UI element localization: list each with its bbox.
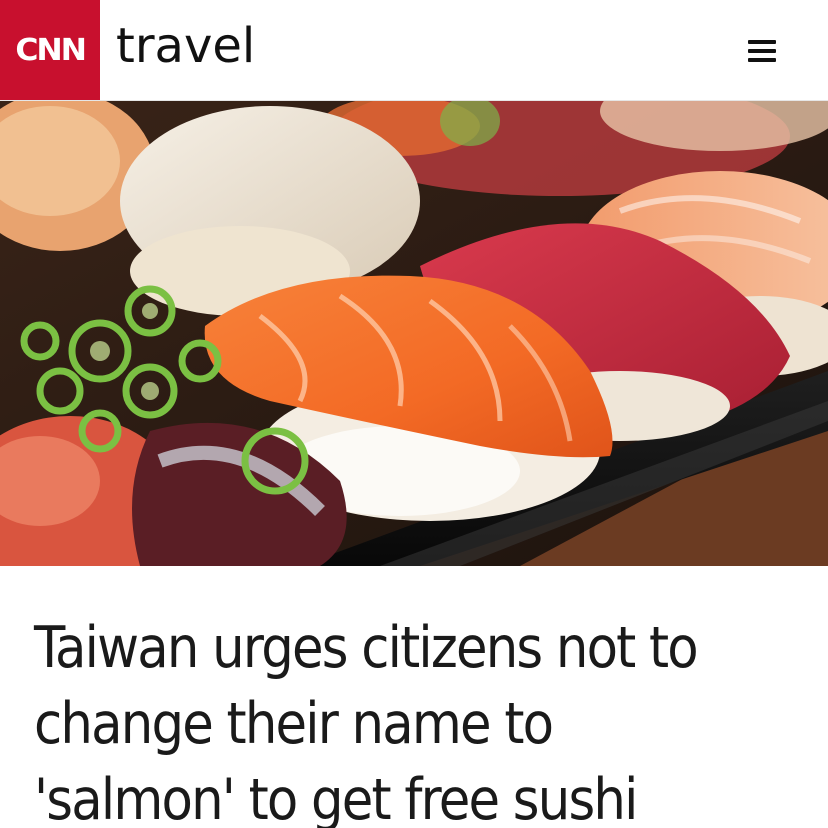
article-headline[interactable]: Taiwan urges citizens not to change thei… bbox=[34, 610, 736, 828]
menu-bar-top bbox=[748, 40, 776, 44]
hero-image[interactable] bbox=[0, 101, 828, 566]
cnn-logo[interactable]: CNN bbox=[0, 0, 100, 100]
sushi-photo bbox=[0, 101, 828, 566]
article-page: CNN travel Taiwan urges citizens not to … bbox=[0, 0, 828, 828]
logo-text: CNN bbox=[15, 32, 87, 68]
section-title[interactable]: travel bbox=[116, 18, 255, 74]
menu-bar-bottom bbox=[748, 58, 776, 62]
menu-bar-middle bbox=[748, 49, 776, 53]
hamburger-menu-icon[interactable] bbox=[748, 36, 778, 66]
site-header: CNN travel bbox=[0, 0, 828, 101]
